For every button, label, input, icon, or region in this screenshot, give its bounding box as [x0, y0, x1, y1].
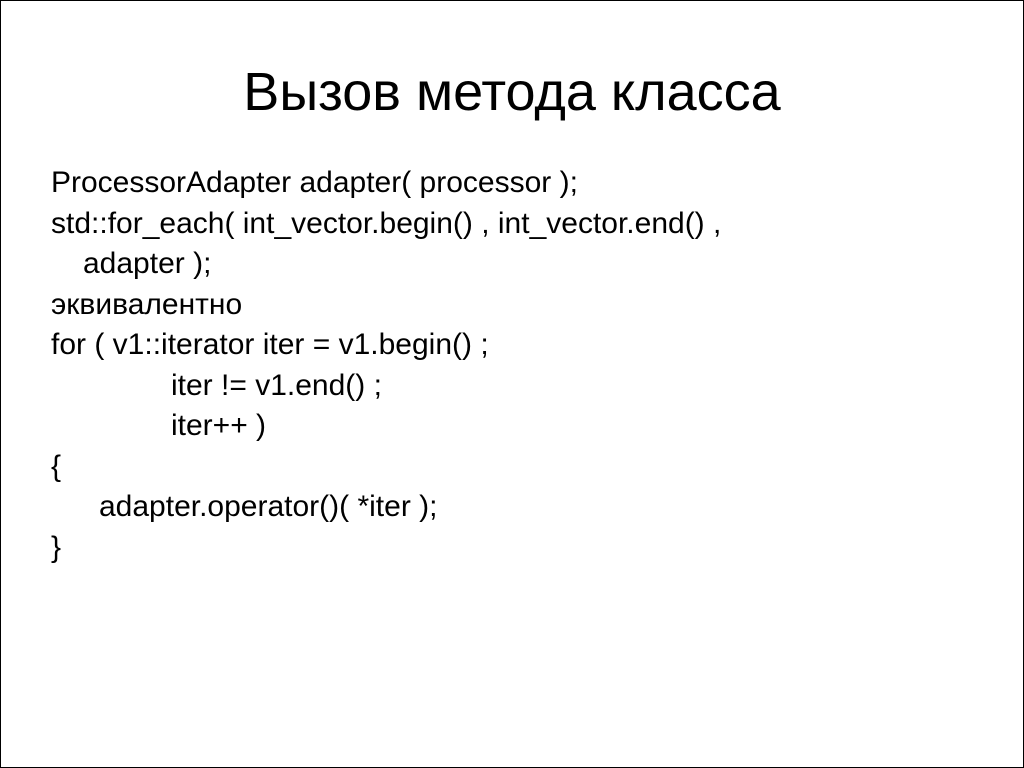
code-line: ProcessorAdapter adapter( processor );: [51, 163, 973, 204]
slide-title: Вызов метода класса: [51, 61, 973, 123]
code-line: iter++ ): [51, 406, 973, 447]
code-line: std::for_each( int_vector.begin() , int_…: [51, 204, 973, 245]
code-line: for ( v1::iterator iter = v1.begin() ;: [51, 325, 973, 366]
code-line: adapter );: [51, 244, 973, 285]
slide-body: ProcessorAdapter adapter( processor ); s…: [51, 163, 973, 568]
code-line: {: [51, 447, 973, 488]
code-line: }: [51, 528, 973, 569]
code-line: adapter.operator()( *iter );: [51, 487, 973, 528]
code-line: эквивалентно: [51, 285, 973, 326]
code-line: iter != v1.end() ;: [51, 366, 973, 407]
